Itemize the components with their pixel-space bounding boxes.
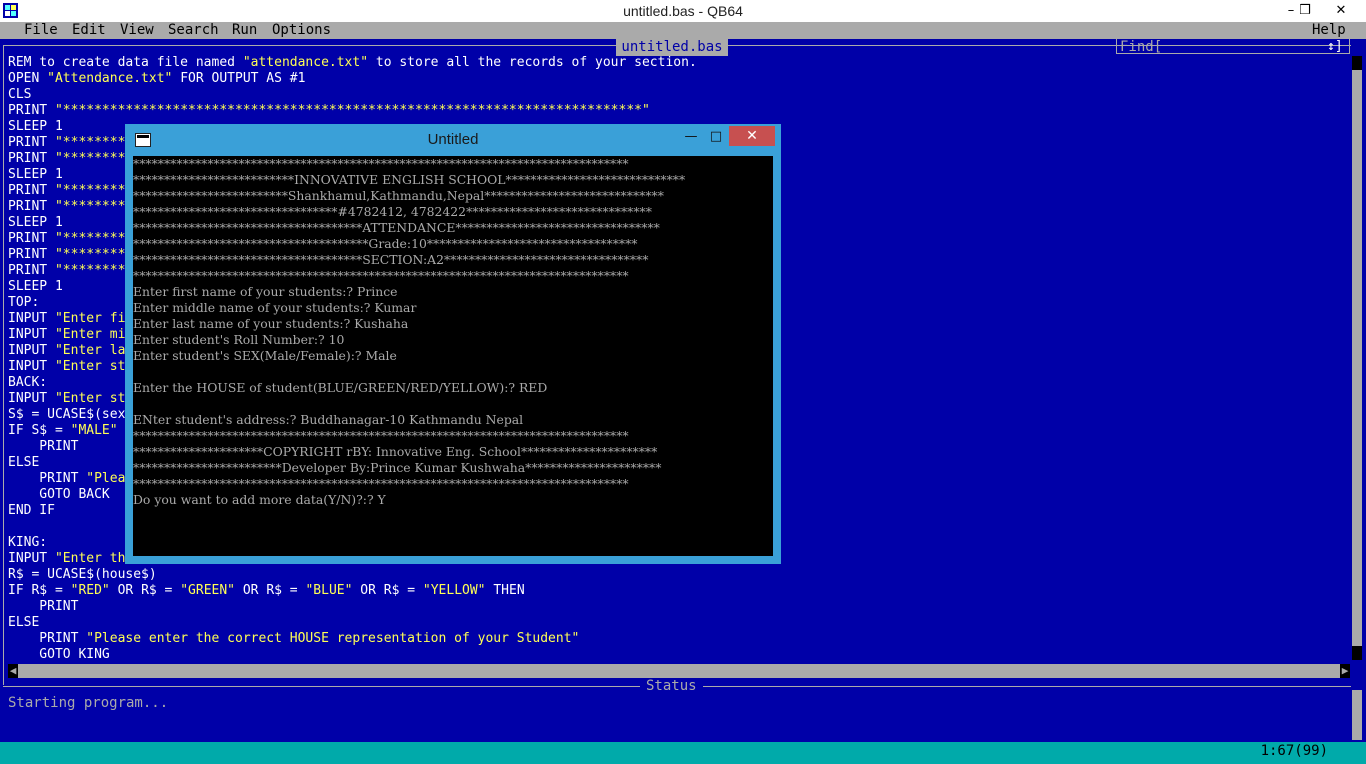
- code-line[interactable]: REM to create data file named "attendanc…: [8, 55, 697, 71]
- status-text: Starting program...: [8, 695, 169, 711]
- close-button[interactable]: ✕: [1318, 0, 1364, 22]
- window-title: untitled.bas - QB64: [623, 3, 743, 19]
- console-line: ****************************************…: [133, 268, 629, 283]
- code-line[interactable]: IF R$ = "RED" OR R$ = "GREEN" OR R$ = "B…: [8, 583, 697, 599]
- program-output-window[interactable]: Untitled — □ ✕ *************************…: [125, 124, 781, 564]
- scroll-right-arrow-icon[interactable]: ▶: [1340, 664, 1350, 678]
- code-line[interactable]: OPEN "Attendance.txt" FOR OUTPUT AS #1: [8, 71, 697, 87]
- console-line: *********************COPYRIGHT rBY: Inno…: [133, 444, 658, 459]
- console-line: Enter student's SEX(Male/Female):? Male: [133, 348, 397, 363]
- output-close-button[interactable]: ✕: [729, 126, 775, 146]
- menu-file[interactable]: File: [24, 22, 58, 39]
- scroll-up-arrow-icon[interactable]: [1352, 56, 1362, 70]
- menu-help[interactable]: Help: [1312, 22, 1346, 39]
- find-history-arrows-icon[interactable]: ↕]: [1327, 39, 1343, 55]
- console-output: ****************************************…: [133, 156, 685, 508]
- find-label[interactable]: Find[: [1120, 39, 1162, 56]
- console-line: **************************INNOVATIVE ENG…: [133, 172, 686, 187]
- console-line: *************************Shankhamul,Kath…: [133, 188, 664, 203]
- menu-view[interactable]: View: [120, 22, 154, 39]
- code-line[interactable]: ELSE: [8, 615, 697, 631]
- console-line: Enter first name of your students:? Prin…: [133, 284, 398, 299]
- bottom-status-bar: [0, 742, 1366, 764]
- window-title-bar: untitled.bas - QB64 – ❒ ✕: [0, 0, 1366, 22]
- status-scrollbar[interactable]: [1352, 690, 1362, 740]
- menu-bar: File Edit View Search Run Options Help: [0, 22, 1366, 39]
- menu-search[interactable]: Search: [168, 22, 219, 39]
- status-label: Status: [640, 679, 703, 694]
- console-line: *********************************#478241…: [133, 204, 652, 219]
- output-window-title-bar[interactable]: Untitled — □ ✕: [125, 124, 781, 154]
- scroll-left-arrow-icon[interactable]: ◀: [8, 664, 18, 678]
- code-line[interactable]: PRINT "*********************************…: [8, 103, 697, 119]
- console-line: Enter middle name of your students:? Kum…: [133, 300, 417, 315]
- code-line[interactable]: PRINT "Please enter the correct HOUSE re…: [8, 631, 697, 647]
- console-line: Enter student's Roll Number:? 10: [133, 332, 345, 347]
- console-line: Do you want to add more data(Y/N)?:? Y: [133, 492, 386, 507]
- vertical-scrollbar[interactable]: [1352, 56, 1362, 660]
- cursor-position: 1:67(99): [1260, 743, 1328, 759]
- menu-edit[interactable]: Edit: [72, 22, 106, 39]
- console-line: ****************************************…: [133, 156, 629, 171]
- restore-button[interactable]: ❒: [1290, 0, 1320, 22]
- console-line: ENter student's address:? Buddhanagar-10…: [133, 412, 524, 427]
- menu-options[interactable]: Options: [272, 22, 331, 39]
- code-line[interactable]: PRINT: [8, 599, 697, 615]
- editor-frame-left: [3, 45, 4, 685]
- console-line: Enter last name of your students:? Kusha…: [133, 316, 409, 331]
- console-line: ****************************************…: [133, 428, 629, 443]
- console-screen[interactable]: ****************************************…: [133, 156, 773, 556]
- console-line: *************************************ATT…: [133, 220, 660, 235]
- menu-run[interactable]: Run: [232, 22, 257, 39]
- code-line[interactable]: GOTO KING: [8, 647, 697, 663]
- console-line: ************************Developer By:Pri…: [133, 460, 662, 475]
- code-line[interactable]: R$ = UCASE$(house$): [8, 567, 697, 583]
- console-line: *************************************SEC…: [133, 252, 649, 267]
- code-line[interactable]: CLS: [8, 87, 697, 103]
- output-minimize-button[interactable]: —: [682, 128, 700, 146]
- file-tab[interactable]: untitled.bas: [616, 39, 728, 56]
- console-line: **************************************Gr…: [133, 236, 638, 251]
- console-line: Enter the HOUSE of student(BLUE/GREEN/RE…: [133, 380, 548, 395]
- output-maximize-button[interactable]: □: [707, 128, 725, 146]
- console-line: ****************************************…: [133, 476, 629, 491]
- scroll-thumb[interactable]: [1352, 646, 1362, 660]
- horizontal-scrollbar[interactable]: ◀ ▶: [8, 664, 1350, 678]
